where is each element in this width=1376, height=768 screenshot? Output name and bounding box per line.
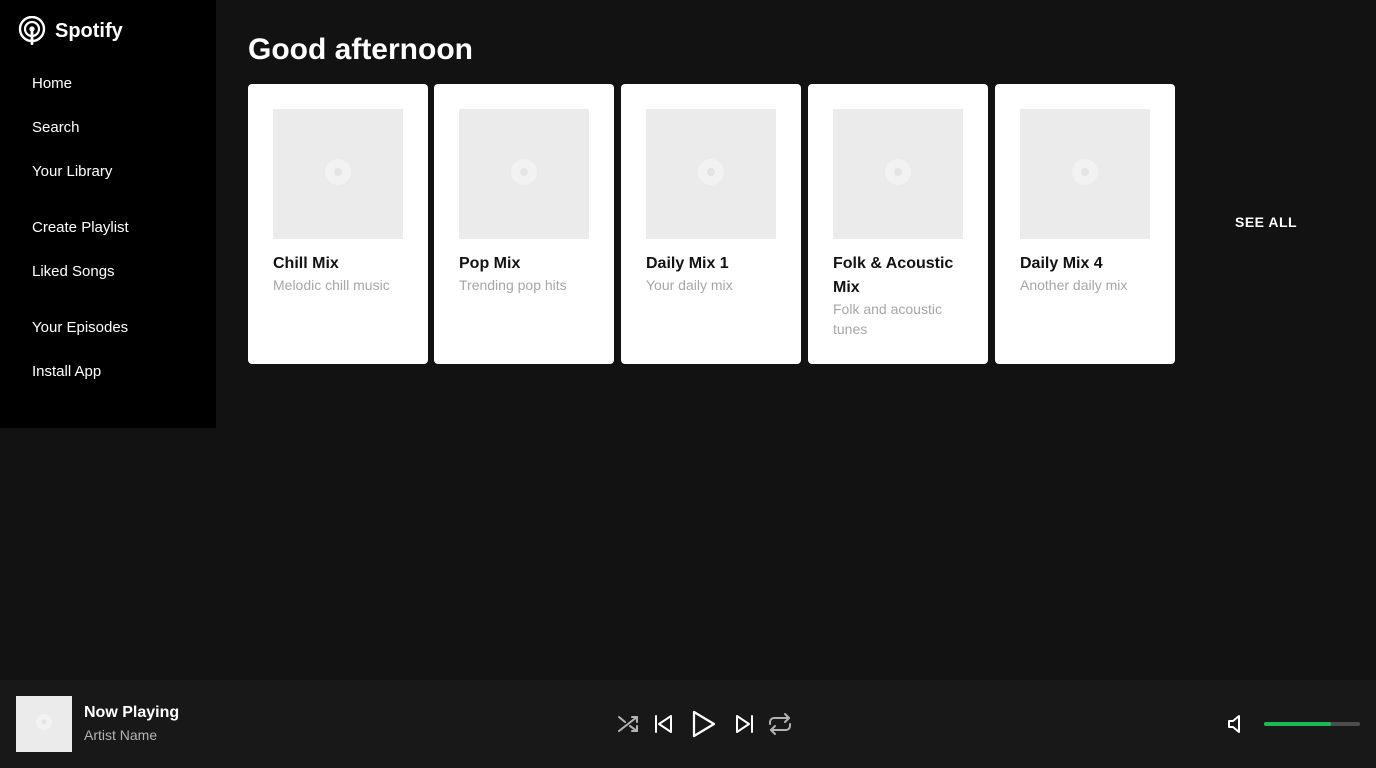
album-placeholder-icon xyxy=(323,157,353,192)
app-name: Spotify xyxy=(55,19,123,42)
play-icon xyxy=(689,708,717,745)
card-subtitle: Your daily mix xyxy=(646,277,733,293)
previous-button[interactable] xyxy=(652,708,676,745)
card-title: Daily Mix 1 xyxy=(646,255,729,272)
shuffle-button[interactable] xyxy=(616,708,640,745)
page-title: Good afternoon xyxy=(248,33,473,66)
now-playing-artwork xyxy=(16,696,72,752)
repeat-button[interactable] xyxy=(767,708,793,745)
playlist-card[interactable]: Daily Mix 1 Your daily mix xyxy=(621,84,801,364)
sidebar: Spotify Home Search Your Library Create … xyxy=(0,0,216,428)
card-title: Pop Mix xyxy=(459,255,521,272)
playlist-card[interactable]: Folk & Acoustic Mix Folk and acoustic tu… xyxy=(808,84,988,364)
sidebar-item-your-library[interactable]: Your Library xyxy=(32,162,112,182)
card-artwork xyxy=(833,109,963,239)
previous-icon xyxy=(652,708,676,745)
card-subtitle: Trending pop hits xyxy=(459,277,567,293)
album-placeholder-icon xyxy=(696,157,726,192)
next-icon xyxy=(732,708,756,745)
volume-slider-fill xyxy=(1264,722,1332,726)
album-placeholder-icon xyxy=(34,712,54,737)
sidebar-item-create-playlist[interactable]: Create Playlist xyxy=(32,218,129,238)
see-all-link[interactable]: SEE ALL xyxy=(1235,214,1297,230)
card-subtitle: Folk and acoustic tunes xyxy=(833,301,942,337)
album-placeholder-icon xyxy=(509,157,539,192)
card-title: Daily Mix 4 xyxy=(1020,255,1103,272)
card-title: Chill Mix xyxy=(273,255,339,272)
sidebar-item-your-episodes[interactable]: Your Episodes xyxy=(32,318,128,338)
sidebar-item-install-app[interactable]: Install App xyxy=(32,362,101,382)
volume-icon xyxy=(1226,715,1246,738)
spotify-logo-icon xyxy=(18,16,46,46)
album-placeholder-icon xyxy=(883,157,913,192)
card-artwork xyxy=(646,109,776,239)
sidebar-item-liked-songs[interactable]: Liked Songs xyxy=(32,262,115,282)
now-playing-title: Now Playing xyxy=(84,704,180,721)
card-subtitle: Another daily mix xyxy=(1020,277,1128,293)
logo[interactable]: Spotify xyxy=(18,16,123,46)
playlist-card[interactable]: Daily Mix 4 Another daily mix xyxy=(995,84,1175,364)
volume-button[interactable] xyxy=(1226,714,1246,739)
card-artwork xyxy=(1020,109,1150,239)
shuffle-icon xyxy=(616,708,640,745)
player-bar: Now Playing Artist Name xyxy=(0,680,1376,768)
play-button[interactable] xyxy=(689,708,717,745)
volume-slider[interactable] xyxy=(1264,722,1360,726)
playlist-card[interactable]: Chill Mix Melodic chill music xyxy=(248,84,428,364)
playlist-card[interactable]: Pop Mix Trending pop hits xyxy=(434,84,614,364)
card-artwork xyxy=(273,109,403,239)
card-artwork xyxy=(459,109,589,239)
sidebar-item-home[interactable]: Home xyxy=(32,74,72,94)
now-playing-artist[interactable]: Artist Name xyxy=(84,727,157,743)
sidebar-item-search[interactable]: Search xyxy=(32,118,80,138)
card-title: Folk & Acoustic Mix xyxy=(833,255,954,296)
next-button[interactable] xyxy=(732,708,756,745)
repeat-icon xyxy=(767,708,793,745)
card-subtitle: Melodic chill music xyxy=(273,277,390,293)
album-placeholder-icon xyxy=(1070,157,1100,192)
